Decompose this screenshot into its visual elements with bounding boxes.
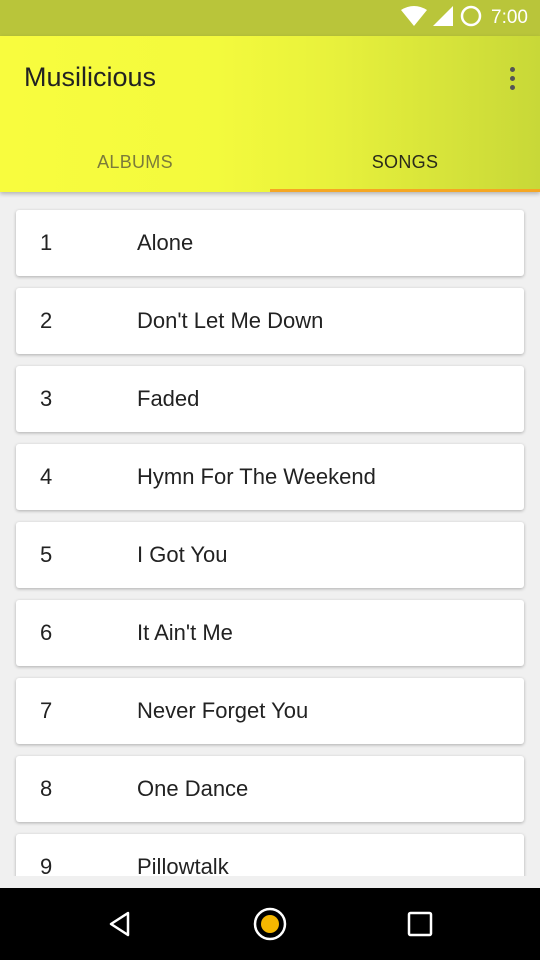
song-item[interactable]: 6 It Ain't Me <box>16 600 524 666</box>
wifi-icon <box>401 5 428 31</box>
song-number: 4 <box>40 464 53 489</box>
tab-songs[interactable]: SONGS <box>270 132 540 192</box>
song-item[interactable]: 2 Don't Let Me Down <box>16 288 524 354</box>
song-item[interactable]: 8 One Dance <box>16 756 524 822</box>
status-bar: 7:00 <box>0 0 540 36</box>
recents-icon[interactable] <box>400 904 440 944</box>
song-item[interactable]: 9 Pillowtalk <box>16 834 524 876</box>
status-icons: 7:00 <box>401 0 528 36</box>
song-number: 1 <box>40 230 53 255</box>
song-title: Alone <box>137 230 194 255</box>
song-title: Don't Let Me Down <box>137 308 324 333</box>
song-title: One Dance <box>137 776 249 801</box>
status-time: 7:00 <box>491 7 528 28</box>
tab-songs-label: SONGS <box>371 151 439 172</box>
song-title: I Got You <box>137 542 228 567</box>
song-item[interactable]: 7 Never Forget You <box>16 678 524 744</box>
song-item[interactable]: 3 Faded <box>16 366 524 432</box>
song-number: 8 <box>40 776 53 801</box>
song-number: 5 <box>40 542 53 567</box>
back-icon[interactable] <box>100 904 140 944</box>
song-title: Pillowtalk <box>137 854 229 876</box>
tab-albums[interactable]: ALBUMS <box>0 132 270 192</box>
app-bar: Musilicious ALBUMS SONGS <box>0 36 540 192</box>
song-number: 7 <box>40 698 53 723</box>
song-title: Never Forget You <box>137 698 309 723</box>
song-number: 6 <box>40 620 53 645</box>
song-item[interactable]: 4 Hymn For The Weekend <box>16 444 524 510</box>
more-vert-icon[interactable] <box>500 62 524 94</box>
tab-albums-label: ALBUMS <box>97 151 173 172</box>
song-item[interactable]: 5 I Got You <box>16 522 524 588</box>
tab-indicator <box>270 189 540 192</box>
nav-bar <box>0 888 540 960</box>
song-number: 9 <box>40 854 53 876</box>
song-item[interactable]: 1 Alone <box>16 210 524 276</box>
song-title: It Ain't Me <box>137 620 233 645</box>
song-list[interactable]: 1 Alone 2 Don't Let Me Down 3 Faded 4 Hy… <box>0 192 540 876</box>
home-icon[interactable] <box>250 904 290 944</box>
tab-bar: ALBUMS SONGS <box>0 132 540 192</box>
song-title: Faded <box>137 386 200 411</box>
song-number: 2 <box>40 308 53 333</box>
song-title: Hymn For The Weekend <box>137 464 376 489</box>
battery-icon <box>459 4 483 33</box>
cell-signal-icon <box>433 5 454 31</box>
song-number: 3 <box>40 386 53 411</box>
app-title: Musilicious <box>24 62 157 92</box>
